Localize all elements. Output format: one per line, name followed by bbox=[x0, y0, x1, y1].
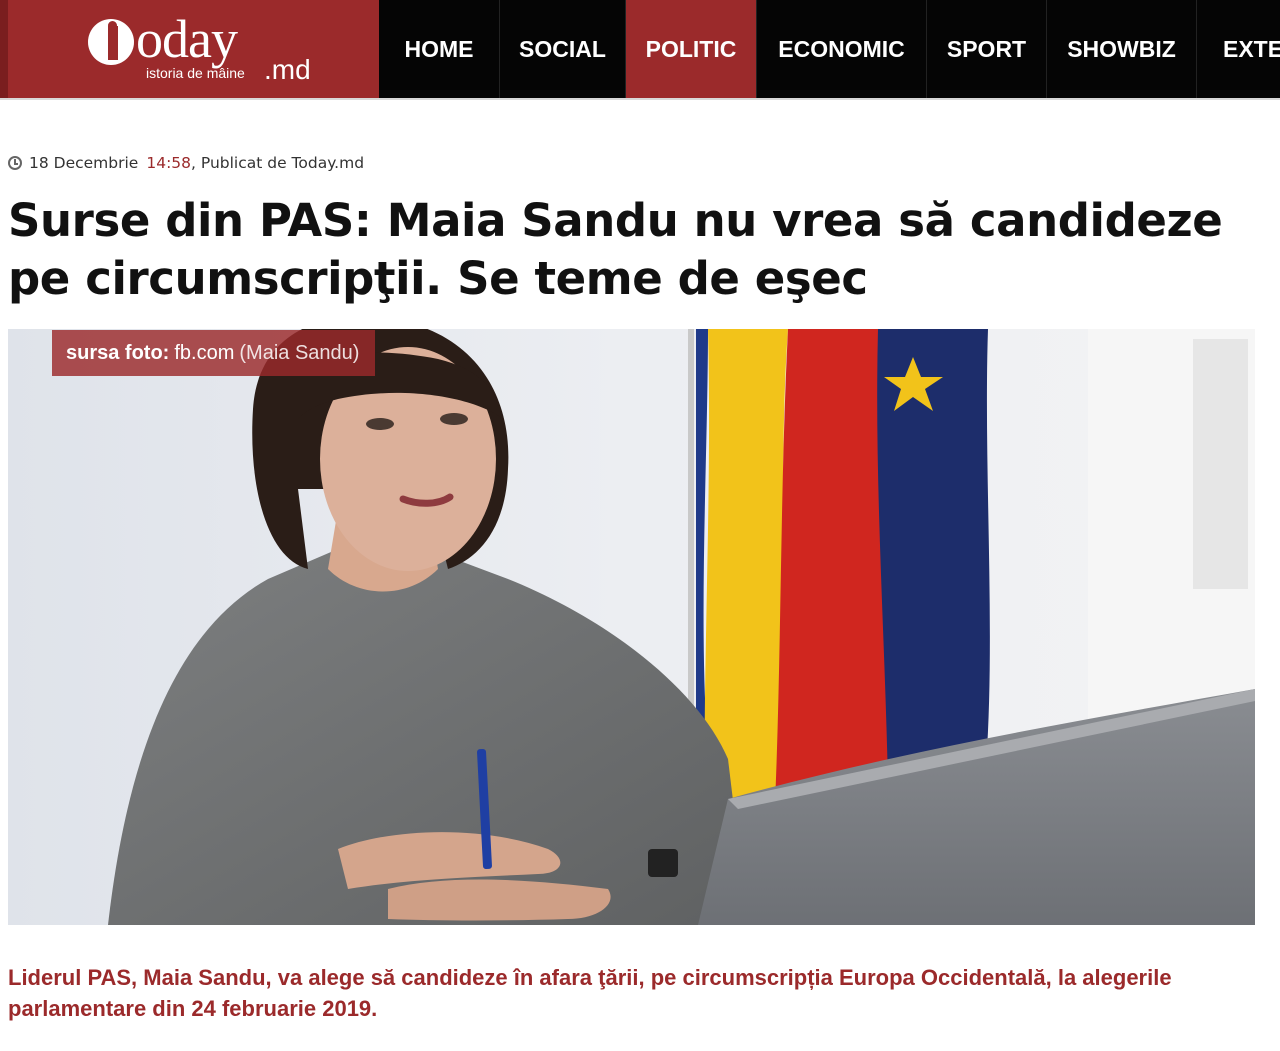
nav-item-economic[interactable]: ECONOMIC bbox=[757, 0, 927, 98]
nav-item-sport[interactable]: SPORT bbox=[927, 0, 1047, 98]
photo-credit-badge: sursa foto: fb.com (Maia Sandu) bbox=[52, 330, 376, 376]
article-date: 18 Decembrie bbox=[29, 154, 139, 172]
article-lead: Liderul PAS, Maia Sandu, va alege să can… bbox=[8, 965, 1172, 1021]
nav-item-showbiz[interactable]: SHOWBIZ bbox=[1047, 0, 1197, 98]
nav-item-politic[interactable]: POLITIC bbox=[626, 0, 757, 98]
article-time[interactable]: 14:58 bbox=[146, 154, 191, 172]
article-title: Surse din PAS: Maia Sandu nu vrea să can… bbox=[8, 194, 1223, 305]
photo-credit-source[interactable]: fb.com bbox=[174, 342, 234, 365]
logo-tld: .md bbox=[264, 54, 311, 85]
article-meta: 18 Decembrie 14:58 , Publicat de Today.m… bbox=[8, 154, 364, 172]
logo-i-stem bbox=[108, 26, 118, 60]
site-logo[interactable]: oday istoria de mâine .md bbox=[0, 0, 379, 98]
nav-item-social[interactable]: SOCIAL bbox=[500, 0, 626, 98]
logo-wordmark: oday bbox=[136, 9, 238, 69]
article-byline: , Publicat de Today.md bbox=[191, 154, 365, 172]
main-menu: HOME SOCIAL POLITIC ECONOMIC SPORT SHOWB… bbox=[379, 0, 1280, 98]
nav-item-extern[interactable]: EXTER bbox=[1197, 0, 1280, 98]
photo-credit-person: (Maia Sandu) bbox=[239, 341, 360, 364]
photo-illustration bbox=[8, 329, 1255, 925]
clock-icon bbox=[8, 156, 22, 170]
nav-item-home[interactable]: HOME bbox=[379, 0, 500, 98]
top-navigation-bar: oday istoria de mâine .md HOME SOCIAL PO… bbox=[0, 0, 1280, 100]
article-photo bbox=[8, 329, 1255, 925]
logo-tagline: istoria de mâine bbox=[146, 65, 245, 81]
photo-credit-label: sursa foto: bbox=[66, 341, 170, 364]
